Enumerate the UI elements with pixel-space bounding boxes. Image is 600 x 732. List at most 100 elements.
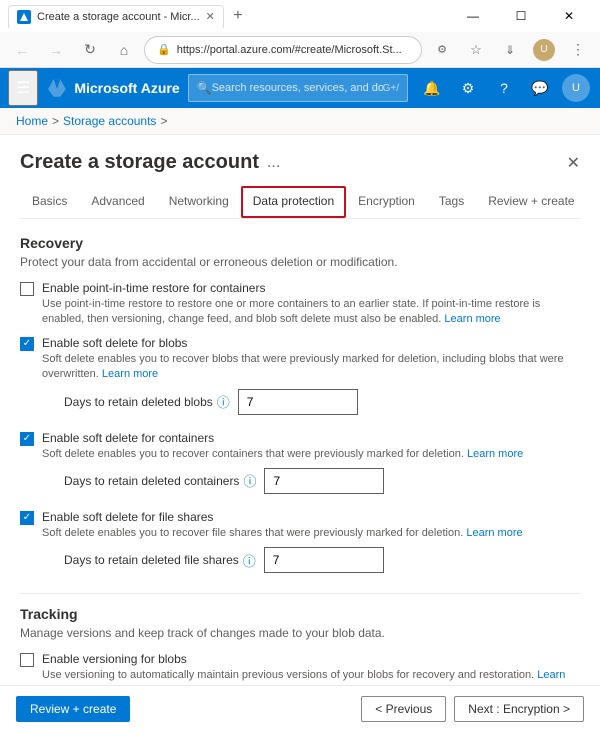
address-bar[interactable]: 🔒 [144,36,422,64]
azure-navbar: ☰ Microsoft Azure 🔍 G+/ 🔔 ⚙ ? 💬 U [0,68,600,108]
soft-delete-containers-checkbox[interactable] [20,432,34,446]
azure-search-input[interactable] [212,82,383,94]
recovery-divider [20,593,580,594]
hamburger-menu-button[interactable]: ☰ [8,70,38,106]
blobs-days-label: Days to retain deleted blobs ⓘ [64,392,230,411]
new-tab-button[interactable]: + [224,2,252,30]
azure-logo-text: Microsoft Azure [74,80,179,96]
containers-days-label: Days to retain deleted containers ⓘ [64,471,256,490]
breadcrumb-sep1: > [52,114,59,128]
user-account-button[interactable]: U [560,72,592,104]
soft-delete-blobs-checkbox[interactable] [20,337,34,351]
fileshares-days-row: Days to retain deleted file shares ⓘ [64,547,580,573]
tracking-desc: Manage versions and keep track of change… [20,626,580,640]
versioning-checkbox[interactable] [20,653,34,667]
settings-icon[interactable]: ⚙ [452,72,484,104]
tab-networking[interactable]: Networking [157,186,241,218]
soft-delete-containers-desc: Soft delete enables you to recover conta… [42,447,580,462]
browser-tab[interactable]: Create a storage account - Micr... ✕ [8,5,224,28]
tab-review-create[interactable]: Review + create [476,186,586,218]
containers-days-info-icon[interactable]: ⓘ [243,471,256,490]
soft-delete-containers-learn-more[interactable]: Learn more [467,448,523,460]
containers-days-row: Days to retain deleted containers ⓘ [64,468,580,494]
recovery-title: Recovery [20,235,580,251]
previous-button[interactable]: < Previous [361,696,446,722]
soft-delete-fileshares-learn-more[interactable]: Learn more [466,527,522,539]
tracking-title: Tracking [20,606,580,622]
search-shortcut: G+/ [383,83,399,94]
feedback-icon[interactable]: 💬 [524,72,556,104]
point-in-time-label: Enable point-in-time restore for contain… [42,281,580,295]
tab-data-protection[interactable]: Data protection [241,186,346,218]
point-in-time-checkbox[interactable] [20,282,34,296]
fileshares-days-label: Days to retain deleted file shares ⓘ [64,551,256,570]
tab-basics[interactable]: Basics [20,186,79,218]
point-in-time-learn-more[interactable]: Learn more [444,313,500,325]
title-more-icon[interactable]: ... [267,154,280,172]
user-profile-button[interactable]: U [530,36,558,64]
breadcrumb: Home > Storage accounts > [0,108,600,135]
soft-delete-fileshares-checkbox[interactable] [20,511,34,525]
point-in-time-row: Enable point-in-time restore for contain… [20,281,580,328]
browser-controls-bar: ← → ↻ ⌂ 🔒 ⚙ ☆ ⇓ U ⋮ [0,32,600,68]
tabs-bar: Basics Advanced Networking Data protecti… [20,186,580,219]
page-title-row: Create a storage account ... ✕ [20,151,580,174]
tab-encryption[interactable]: Encryption [346,186,427,218]
close-button[interactable]: ✕ [546,0,592,32]
downloads-button[interactable]: ⇓ [496,36,524,64]
soft-delete-containers-label: Enable soft delete for containers [42,431,580,445]
soft-delete-blobs-desc: Soft delete enables you to recover blobs… [42,352,580,383]
tracking-section: Tracking Manage versions and keep track … [20,606,580,685]
breadcrumb-home[interactable]: Home [16,114,48,128]
next-button[interactable]: Next : Encryption > [454,696,584,722]
recovery-section: Recovery Protect your data from accident… [20,235,580,581]
point-in-time-desc: Use point-in-time restore to restore one… [42,297,580,328]
fileshares-days-input[interactable] [264,547,384,573]
favorites-button[interactable]: ☆ [462,36,490,64]
breadcrumb-sep2: > [160,114,167,128]
close-panel-icon[interactable]: ✕ [567,153,580,173]
lock-icon: 🔒 [157,43,171,56]
refresh-button[interactable]: ↻ [76,36,104,64]
minimize-button[interactable]: — [450,0,496,32]
tab-close-icon[interactable]: ✕ [206,10,215,23]
soft-delete-containers-row: Enable soft delete for containers Soft d… [20,431,580,502]
search-icon: 🔍 [197,81,212,95]
tab-title: Create a storage account - Micr... [37,11,200,23]
breadcrumb-storage-accounts[interactable]: Storage accounts [63,114,156,128]
soft-delete-blobs-label: Enable soft delete for blobs [42,336,580,350]
blobs-days-info-icon[interactable]: ⓘ [217,392,230,411]
soft-delete-fileshares-label: Enable soft delete for file shares [42,510,580,524]
blobs-days-input[interactable] [238,389,358,415]
browser-titlebar: Create a storage account - Micr... ✕ + —… [0,0,600,32]
help-icon[interactable]: ? [488,72,520,104]
notifications-icon[interactable]: 🔔 [416,72,448,104]
soft-delete-fileshares-desc: Soft delete enables you to recover file … [42,526,580,541]
review-create-button[interactable]: Review + create [16,696,130,722]
footer-bar: Review + create < Previous Next : Encryp… [0,685,600,732]
user-avatar: U [562,74,590,102]
versioning-label: Enable versioning for blobs [42,652,580,666]
soft-delete-blobs-learn-more[interactable]: Learn more [102,368,158,380]
blobs-days-row: Days to retain deleted blobs ⓘ [64,389,580,415]
maximize-button[interactable]: ☐ [498,0,544,32]
containers-days-input[interactable] [264,468,384,494]
soft-delete-fileshares-row: Enable soft delete for file shares Soft … [20,510,580,581]
fileshares-days-info-icon[interactable]: ⓘ [243,551,256,570]
address-input[interactable] [177,44,409,56]
azure-logo: Microsoft Azure [46,77,179,99]
tab-tags[interactable]: Tags [427,186,476,218]
extensions-button[interactable]: ⚙ [428,36,456,64]
main-content: Create a storage account ... ✕ Basics Ad… [0,135,600,685]
forward-button[interactable]: → [42,36,70,64]
browser-chrome: Create a storage account - Micr... ✕ + —… [0,0,600,68]
page-title: Create a storage account [20,151,259,174]
azure-search-box[interactable]: 🔍 G+/ [188,74,408,102]
tab-favicon [17,10,31,24]
recovery-desc: Protect your data from accidental or err… [20,255,580,269]
home-button[interactable]: ⌂ [110,36,138,64]
back-button[interactable]: ← [8,36,36,64]
versioning-row: Enable versioning for blobs Use versioni… [20,652,580,685]
more-options-button[interactable]: ⋮ [564,36,592,64]
tab-advanced[interactable]: Advanced [79,186,156,218]
